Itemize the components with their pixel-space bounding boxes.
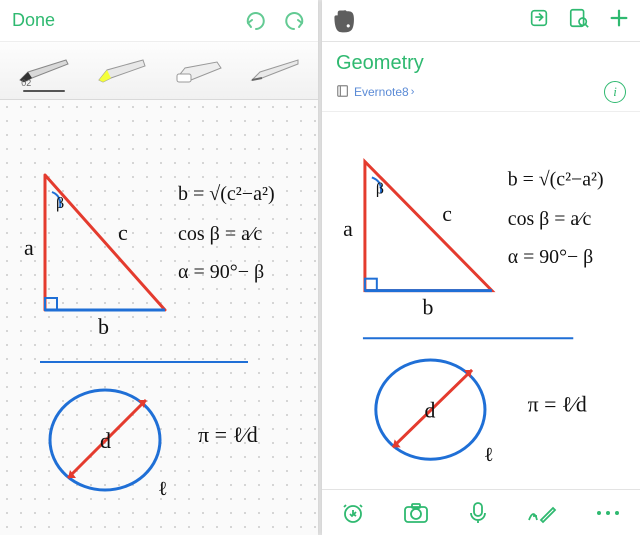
formula-3: α = 90°− β <box>178 261 264 283</box>
svg-text:b: b <box>422 295 433 319</box>
svg-text:π = ℓ⁄d: π = ℓ⁄d <box>528 393 587 417</box>
drawing-canvas[interactable]: β a c b b = √(c²−a²) cos β = a⁄c α = 90°… <box>0 100 318 535</box>
formula-1: b = √(c²−a²) <box>178 183 275 205</box>
add-button[interactable] <box>608 7 630 34</box>
svg-text:a: a <box>343 217 353 241</box>
side-c-label: c <box>118 220 128 245</box>
more-button[interactable] <box>595 508 621 518</box>
side-b-label: b <box>98 314 109 339</box>
note-content[interactable]: β a c b b = √(c²−a²) cos β = a⁄c α = 90°… <box>322 112 640 489</box>
share-icon <box>528 7 550 29</box>
note-title[interactable]: Geometry <box>322 42 640 81</box>
svg-text:β: β <box>376 180 384 197</box>
camera-icon <box>403 501 429 525</box>
highlighter-icon <box>95 58 147 84</box>
more-icon <box>595 508 621 518</box>
alarm-icon <box>341 501 365 525</box>
handwriting-icon <box>527 502 557 524</box>
cutter-icon <box>248 58 300 84</box>
pen-tool[interactable]: 02 <box>9 48 79 94</box>
chevron-right-icon: › <box>411 86 415 98</box>
eraser-icon <box>171 58 223 84</box>
svg-text:cos β = a⁄c: cos β = a⁄c <box>508 208 592 230</box>
svg-text:α = 90°− β: α = 90°− β <box>508 246 593 268</box>
reminder-button[interactable] <box>341 501 365 525</box>
undo-icon <box>244 11 268 31</box>
redo-icon <box>282 11 306 31</box>
audio-button[interactable] <box>467 501 489 525</box>
info-button[interactable]: i <box>604 81 626 103</box>
formula-2: cos β = a⁄c <box>178 223 262 245</box>
note-viewer-pane: Geometry Evernote8 › i β a c b b = √(c²−… <box>322 0 640 535</box>
pen-size-label: 02 <box>21 78 31 88</box>
angle-beta-label: β <box>56 195 64 212</box>
notebook-link[interactable]: Evernote8 <box>354 85 409 99</box>
svg-text:b = √(c²−a²): b = √(c²−a²) <box>508 168 604 190</box>
notebook-icon <box>336 84 350 101</box>
viewer-header <box>322 0 640 42</box>
editor-header: Done <box>0 0 318 42</box>
undo-button[interactable] <box>244 11 268 31</box>
search-note-button[interactable] <box>568 7 590 34</box>
drawing-editor-pane: Done 02 <box>0 0 318 535</box>
plus-icon <box>608 7 630 29</box>
svg-text:c: c <box>442 202 452 226</box>
svg-text:ℓ: ℓ <box>484 444 494 466</box>
svg-text:d: d <box>424 399 435 423</box>
search-in-note-icon <box>568 7 590 29</box>
highlighter-tool[interactable] <box>86 48 156 94</box>
note-drawing: β a c b b = √(c²−a²) cos β = a⁄c α = 90°… <box>322 112 640 489</box>
drawing-toolbar: 02 <box>0 42 318 100</box>
microphone-icon <box>467 501 489 525</box>
note-meta-row: Evernote8 › i <box>322 81 640 112</box>
camera-button[interactable] <box>403 501 429 525</box>
pi-formula: π = ℓ⁄d <box>198 422 258 447</box>
side-a-label: a <box>24 235 34 260</box>
diameter-label: d <box>100 428 111 453</box>
evernote-logo-icon <box>332 8 358 34</box>
eraser-tool[interactable] <box>162 48 232 94</box>
note-bottom-toolbar <box>322 489 640 535</box>
perimeter-label: ℓ <box>158 478 168 500</box>
handwriting-button[interactable] <box>527 502 557 524</box>
drawing-content: β a c b b = √(c²−a²) cos β = a⁄c α = 90°… <box>0 100 318 535</box>
redo-button[interactable] <box>282 11 306 31</box>
cutter-tool[interactable] <box>239 48 309 94</box>
share-button[interactable] <box>528 7 550 34</box>
done-button[interactable]: Done <box>12 10 55 31</box>
